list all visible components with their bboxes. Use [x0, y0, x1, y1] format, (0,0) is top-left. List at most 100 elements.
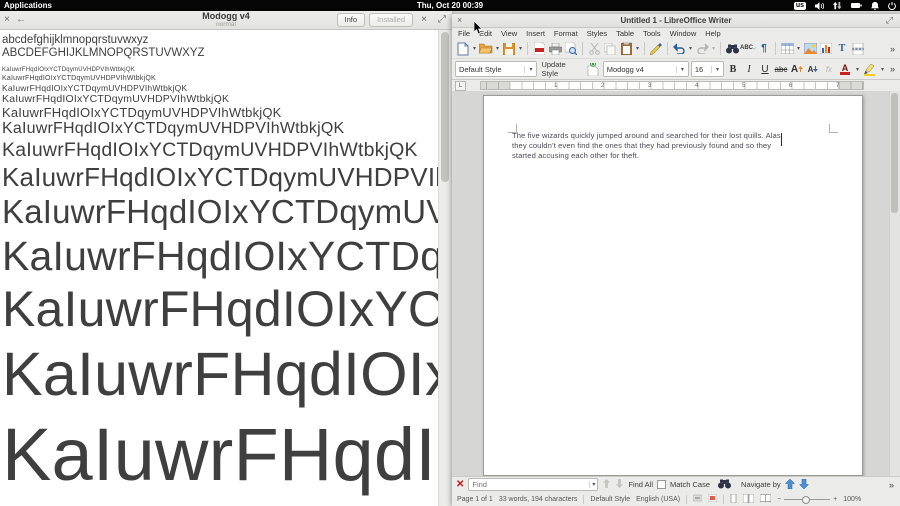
zoom-level-status[interactable]: 100%	[843, 496, 861, 503]
find-history-dropdown[interactable]: ▾	[589, 481, 597, 488]
new-dropdown-arrow[interactable]: ▾	[471, 41, 478, 57]
italic-button[interactable]: I	[742, 61, 756, 77]
applications-menu[interactable]: Applications	[4, 1, 52, 10]
document-page[interactable]: The five wizards quickly jumped around a…	[483, 95, 863, 476]
redo-dropdown-arrow[interactable]: ▾	[710, 41, 717, 57]
book-view-icon[interactable]	[760, 494, 771, 505]
new-document-icon[interactable]	[455, 41, 471, 57]
menu-styles[interactable]: Styles	[587, 29, 607, 38]
menu-view[interactable]: View	[501, 29, 517, 38]
print-icon[interactable]	[547, 41, 563, 57]
writer-resize-button[interactable]: ⤢	[881, 14, 898, 27]
network-icon[interactable]	[833, 2, 842, 10]
highlight-dropdown-arrow[interactable]: ▾	[879, 61, 886, 77]
insert-table-icon[interactable]	[779, 41, 795, 57]
table-dropdown-arrow[interactable]: ▾	[795, 41, 802, 57]
findbar-overflow-button[interactable]: »	[889, 480, 896, 490]
insert-mode-icon[interactable]	[693, 494, 702, 504]
shrink-font-button[interactable]: A	[806, 61, 820, 77]
writer-titlebar[interactable]: × Untitled 1 - LibreOffice Writer ⤢	[452, 14, 900, 28]
cut-icon[interactable]	[586, 41, 602, 57]
strikethrough-button[interactable]: abc	[774, 61, 788, 77]
formatting-marks-icon[interactable]: ¶	[756, 41, 772, 57]
writer-scrollbar-thumb[interactable]	[891, 93, 898, 213]
find-input[interactable]	[469, 480, 589, 489]
document-canvas[interactable]: The five wizards quickly jumped around a…	[452, 91, 900, 476]
update-style-label[interactable]: Update Style	[539, 60, 582, 78]
menu-table[interactable]: Table	[616, 29, 634, 38]
writer-vertical-scrollbar[interactable]	[889, 91, 900, 476]
export-pdf-icon[interactable]	[531, 41, 547, 57]
font-viewer-scrollbar-thumb[interactable]	[441, 32, 449, 182]
word-count-status[interactable]: 33 words, 194 characters	[499, 496, 578, 503]
find-previous-icon[interactable]	[602, 479, 611, 490]
single-page-view-icon[interactable]	[730, 494, 737, 505]
document-text[interactable]: The five wizards quickly jumped around a…	[512, 131, 842, 161]
menu-insert[interactable]: Insert	[526, 29, 545, 38]
paragraph-style-combo[interactable]: Default Style▾	[455, 61, 537, 77]
clone-formatting-icon[interactable]	[648, 41, 664, 57]
menu-help[interactable]: Help	[705, 29, 720, 38]
zoom-out-button[interactable]: −	[777, 496, 781, 503]
formatting-overflow-button[interactable]: »	[890, 64, 897, 74]
paste-dropdown-arrow[interactable]: ▾	[634, 41, 641, 57]
battery-icon[interactable]	[851, 2, 862, 9]
find-close-icon[interactable]: ✕	[456, 479, 464, 490]
highlight-color-button[interactable]	[863, 61, 877, 77]
find-replace-icon[interactable]	[724, 41, 740, 57]
font-size-combo[interactable]: 16▾	[691, 61, 724, 77]
font-color-dropdown-arrow[interactable]: ▾	[854, 61, 861, 77]
redo-icon[interactable]	[694, 41, 710, 57]
font-viewer-close-icon[interactable]: ×	[417, 11, 431, 29]
menu-tools[interactable]: Tools	[643, 29, 661, 38]
page-style-status[interactable]: Default Style	[590, 496, 630, 503]
find-all-label[interactable]: Find All	[628, 480, 653, 489]
font-viewer-close-button[interactable]: ×	[0, 11, 14, 29]
new-style-icon[interactable]	[585, 61, 601, 77]
undo-dropdown-arrow[interactable]: ▾	[687, 41, 694, 57]
multi-page-view-icon[interactable]	[743, 494, 754, 505]
clear-formatting-button[interactable]: fx	[822, 61, 836, 77]
insert-image-icon[interactable]	[802, 41, 818, 57]
insert-textbox-icon[interactable]: T	[834, 41, 850, 57]
match-case-checkbox[interactable]	[657, 480, 666, 489]
open-file-icon[interactable]	[478, 41, 494, 57]
undo-icon[interactable]	[671, 41, 687, 57]
save-dropdown-arrow[interactable]: ▾	[517, 41, 524, 57]
volume-icon[interactable]	[815, 2, 824, 10]
font-viewer-resize-icon[interactable]: ⤢	[435, 11, 449, 29]
font-color-button[interactable]: A	[838, 61, 852, 77]
notifications-bell-icon[interactable]	[871, 2, 879, 10]
find-next-icon[interactable]	[615, 479, 624, 490]
menu-format[interactable]: Format	[554, 29, 578, 38]
power-icon[interactable]	[888, 2, 896, 10]
tab-stop-selector[interactable]: L	[455, 81, 466, 91]
zoom-slider[interactable]: − +	[777, 496, 837, 503]
bold-button[interactable]: B	[726, 61, 740, 77]
zoom-slider-thumb[interactable]	[802, 496, 810, 504]
writer-close-button[interactable]: ×	[452, 14, 467, 27]
ruler[interactable]: 1234567	[480, 81, 864, 90]
grow-font-button[interactable]: A	[790, 61, 804, 77]
back-button[interactable]: ←	[14, 11, 28, 29]
font-viewer-scrollbar[interactable]	[438, 30, 452, 506]
navigate-down-icon[interactable]	[799, 479, 809, 491]
page-count-status[interactable]: Page 1 of 1	[457, 496, 493, 503]
keyboard-layout-indicator[interactable]: us	[794, 2, 806, 10]
navigate-up-icon[interactable]	[785, 479, 795, 491]
zoom-in-button[interactable]: +	[833, 496, 837, 503]
menu-window[interactable]: Window	[670, 29, 697, 38]
paste-icon[interactable]	[618, 41, 634, 57]
info-button[interactable]: Info	[337, 13, 366, 27]
installed-button[interactable]: Installed	[369, 13, 413, 27]
clock[interactable]: Thu, Oct 20 00:39	[417, 1, 483, 10]
print-preview-icon[interactable]	[563, 41, 579, 57]
menu-file[interactable]: File	[458, 29, 470, 38]
toolbar-overflow-button[interactable]: »	[890, 44, 897, 54]
underline-button[interactable]: U	[758, 61, 772, 77]
open-dropdown-arrow[interactable]: ▾	[494, 41, 501, 57]
menu-edit[interactable]: Edit	[479, 29, 492, 38]
font-name-combo[interactable]: Modogg v4▾	[603, 61, 689, 77]
find-and-replace-icon[interactable]	[718, 479, 731, 491]
insert-chart-icon[interactable]	[818, 41, 834, 57]
